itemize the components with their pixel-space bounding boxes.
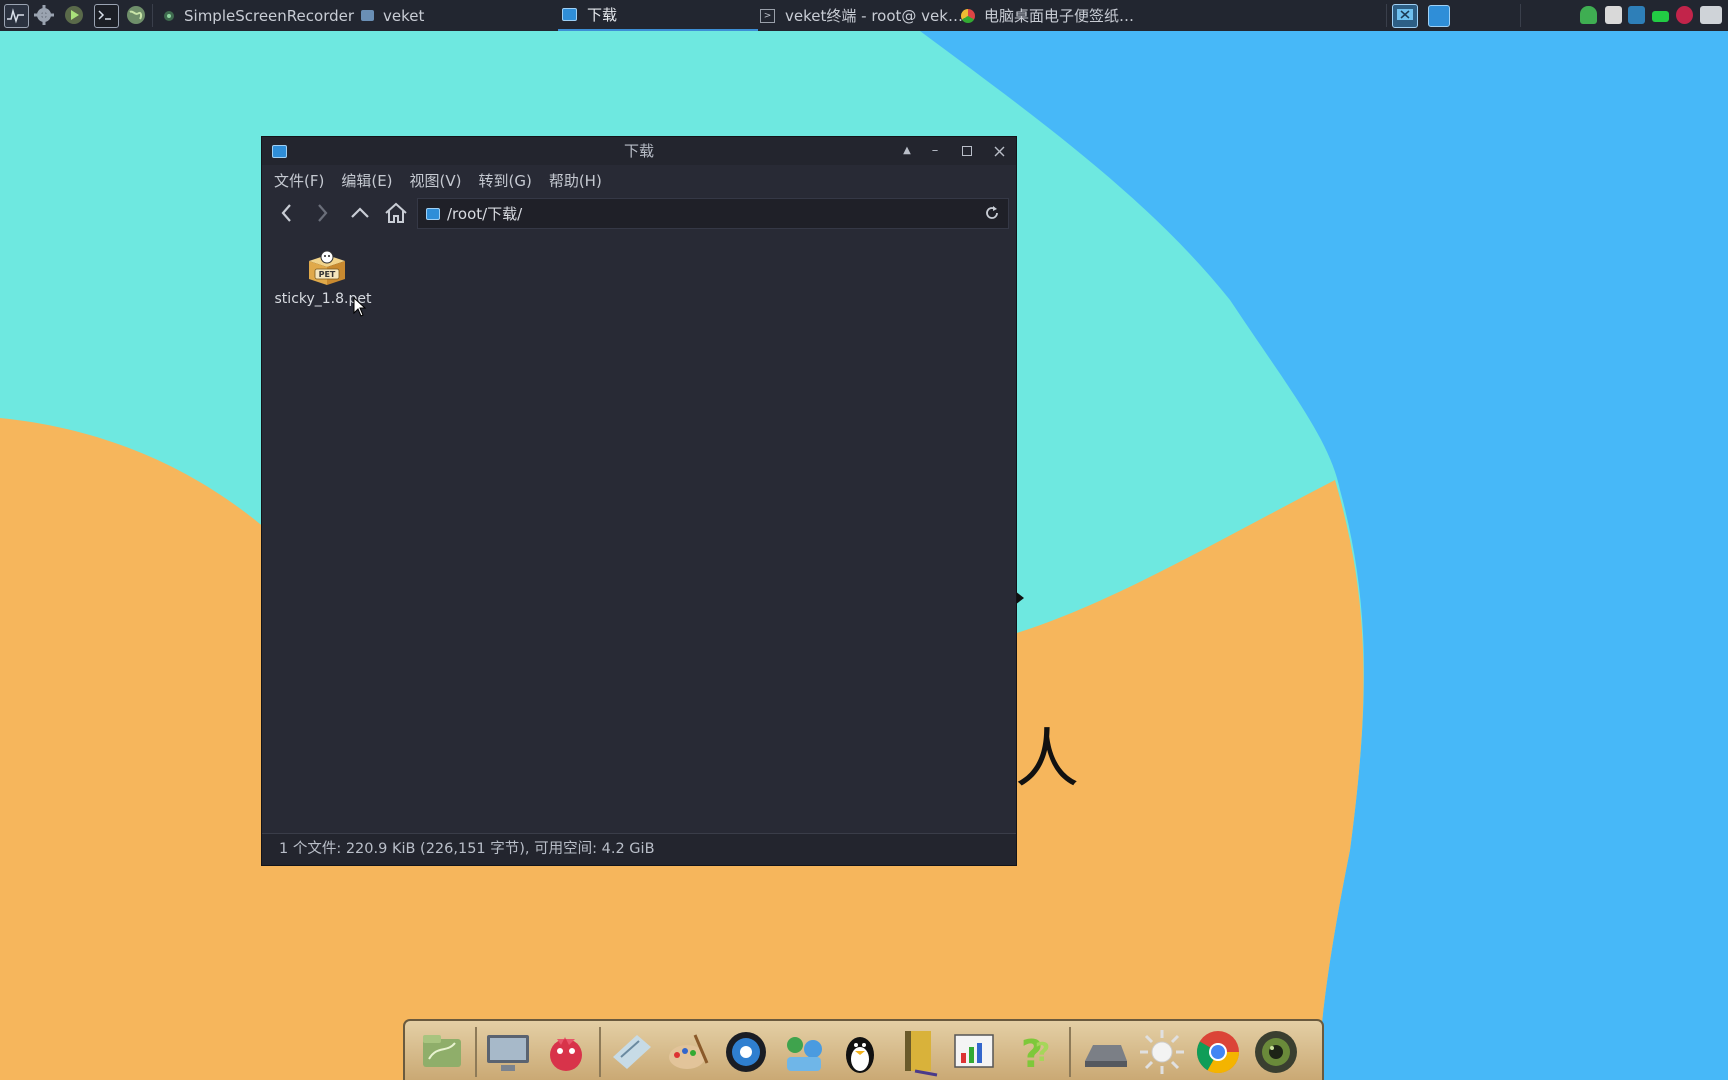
location-bar[interactable]: /root/下载/: [417, 198, 1009, 229]
up-arrow-icon[interactable]: [346, 199, 374, 227]
globe-icon[interactable]: [125, 4, 148, 26]
maximize-button[interactable]: [956, 141, 978, 161]
run-icon[interactable]: [63, 4, 86, 26]
back-arrow-icon[interactable]: [273, 199, 301, 227]
desktop-text-fragment: 人: [1015, 723, 1079, 797]
camera-app-icon[interactable]: [1251, 1027, 1301, 1077]
application-dock: ??: [403, 1019, 1324, 1080]
task-veket[interactable]: veket: [361, 0, 424, 31]
terminal-icon: >: [760, 8, 775, 23]
display-settings-app-icon[interactable]: [483, 1027, 533, 1077]
file-manager-app-icon[interactable]: [417, 1027, 467, 1077]
task-veket-terminal[interactable]: > veket终端 - root@ vek…: [760, 0, 963, 31]
notebook-app-icon[interactable]: [893, 1027, 943, 1077]
task-simplescreenrecorder[interactable]: SimpleScreenRecorder: [163, 0, 354, 31]
task-label: veket终端 - root@ vek…: [785, 7, 963, 25]
menu-bar: 文件(F) 编辑(E) 视图(V) 转到(G) 帮助(H): [262, 165, 1016, 195]
menu-edit[interactable]: 编辑(E): [341, 170, 392, 191]
media-player-app-icon[interactable]: [721, 1027, 771, 1077]
location-path: /root/下载/: [447, 205, 523, 223]
menu-file[interactable]: 文件(F): [274, 170, 324, 191]
paint-app-icon[interactable]: [663, 1027, 713, 1077]
task-label: 电脑桌面电子便签纸…: [984, 7, 1135, 25]
menu-go[interactable]: 转到(G): [479, 170, 532, 191]
file-view[interactable]: PET sticky_1.8.pet: [262, 235, 1016, 830]
folder-icon: [361, 10, 374, 21]
terminal-icon[interactable]: [94, 4, 119, 28]
qq-penguin-app-icon[interactable]: [835, 1027, 885, 1077]
clipboard-icon[interactable]: [1605, 6, 1622, 24]
task-label: 下载: [587, 6, 618, 24]
record-icon[interactable]: [1676, 6, 1693, 24]
menu-view[interactable]: 视图(V): [410, 170, 462, 191]
folder-icon: [426, 207, 440, 220]
refresh-icon[interactable]: [983, 204, 1001, 222]
pet-package-icon: PET: [309, 250, 345, 285]
scanner-app-icon[interactable]: [1081, 1027, 1131, 1077]
file-manager-icon[interactable]: [1428, 5, 1450, 27]
file-item[interactable]: PET sticky_1.8.pet: [268, 245, 378, 317]
chrome-app-icon[interactable]: [1193, 1027, 1243, 1077]
task-label: veket: [383, 6, 425, 25]
shade-button[interactable]: ▲: [896, 141, 918, 161]
settings-gear-icon[interactable]: [33, 4, 56, 26]
top-taskbar: SimpleScreenRecorder veket 下载 > veket终端 …: [0, 0, 1728, 31]
status-bar: 1 个文件: 220.9 KiB (226,151 字节), 可用空间: 4.2…: [262, 833, 1016, 865]
keyboard-icon[interactable]: [1700, 6, 1722, 24]
network-icon[interactable]: [1628, 6, 1645, 24]
task-label: SimpleScreenRecorder: [184, 6, 355, 25]
home-icon[interactable]: [382, 199, 410, 227]
title-bar[interactable]: 下载 ▲ –: [262, 137, 1016, 165]
forward-arrow-icon[interactable]: [308, 199, 336, 227]
task-chrome-notes[interactable]: 电脑桌面电子便签纸…: [961, 0, 1134, 31]
spreadsheet-app-icon[interactable]: [949, 1027, 999, 1077]
contacts-app-icon[interactable]: [779, 1027, 829, 1077]
file-manager-icon: [562, 8, 577, 21]
monitor-icon[interactable]: [1392, 4, 1418, 28]
chrome-icon: [961, 8, 975, 23]
file-manager-window: 下载 ▲ – 文件(F) 编辑(E) 视图(V) 转到(G) 帮助(H) /ro…: [261, 136, 1017, 866]
close-icon: [994, 146, 1004, 157]
maximize-icon: [962, 146, 972, 156]
svg-text:?: ?: [1035, 1038, 1050, 1068]
text-editor-app-icon[interactable]: [607, 1027, 657, 1077]
mouse-cursor-icon: [353, 297, 367, 317]
brightness-app-icon[interactable]: [1137, 1027, 1187, 1077]
svg-text:PET: PET: [319, 270, 336, 279]
shield-icon[interactable]: [1580, 6, 1597, 24]
close-button[interactable]: [988, 141, 1010, 161]
navigation-toolbar: /root/下载/: [262, 195, 1016, 233]
system-monitor-icon[interactable]: [4, 4, 29, 28]
pet-manager-app-icon[interactable]: [541, 1027, 591, 1077]
task-downloads[interactable]: 下载: [558, 0, 758, 31]
battery-icon[interactable]: [1652, 11, 1669, 22]
screen-recorder-icon: [164, 10, 174, 21]
minimize-button[interactable]: –: [924, 141, 946, 161]
help-app-icon[interactable]: ??: [1007, 1027, 1057, 1077]
menu-help[interactable]: 帮助(H): [549, 170, 602, 191]
